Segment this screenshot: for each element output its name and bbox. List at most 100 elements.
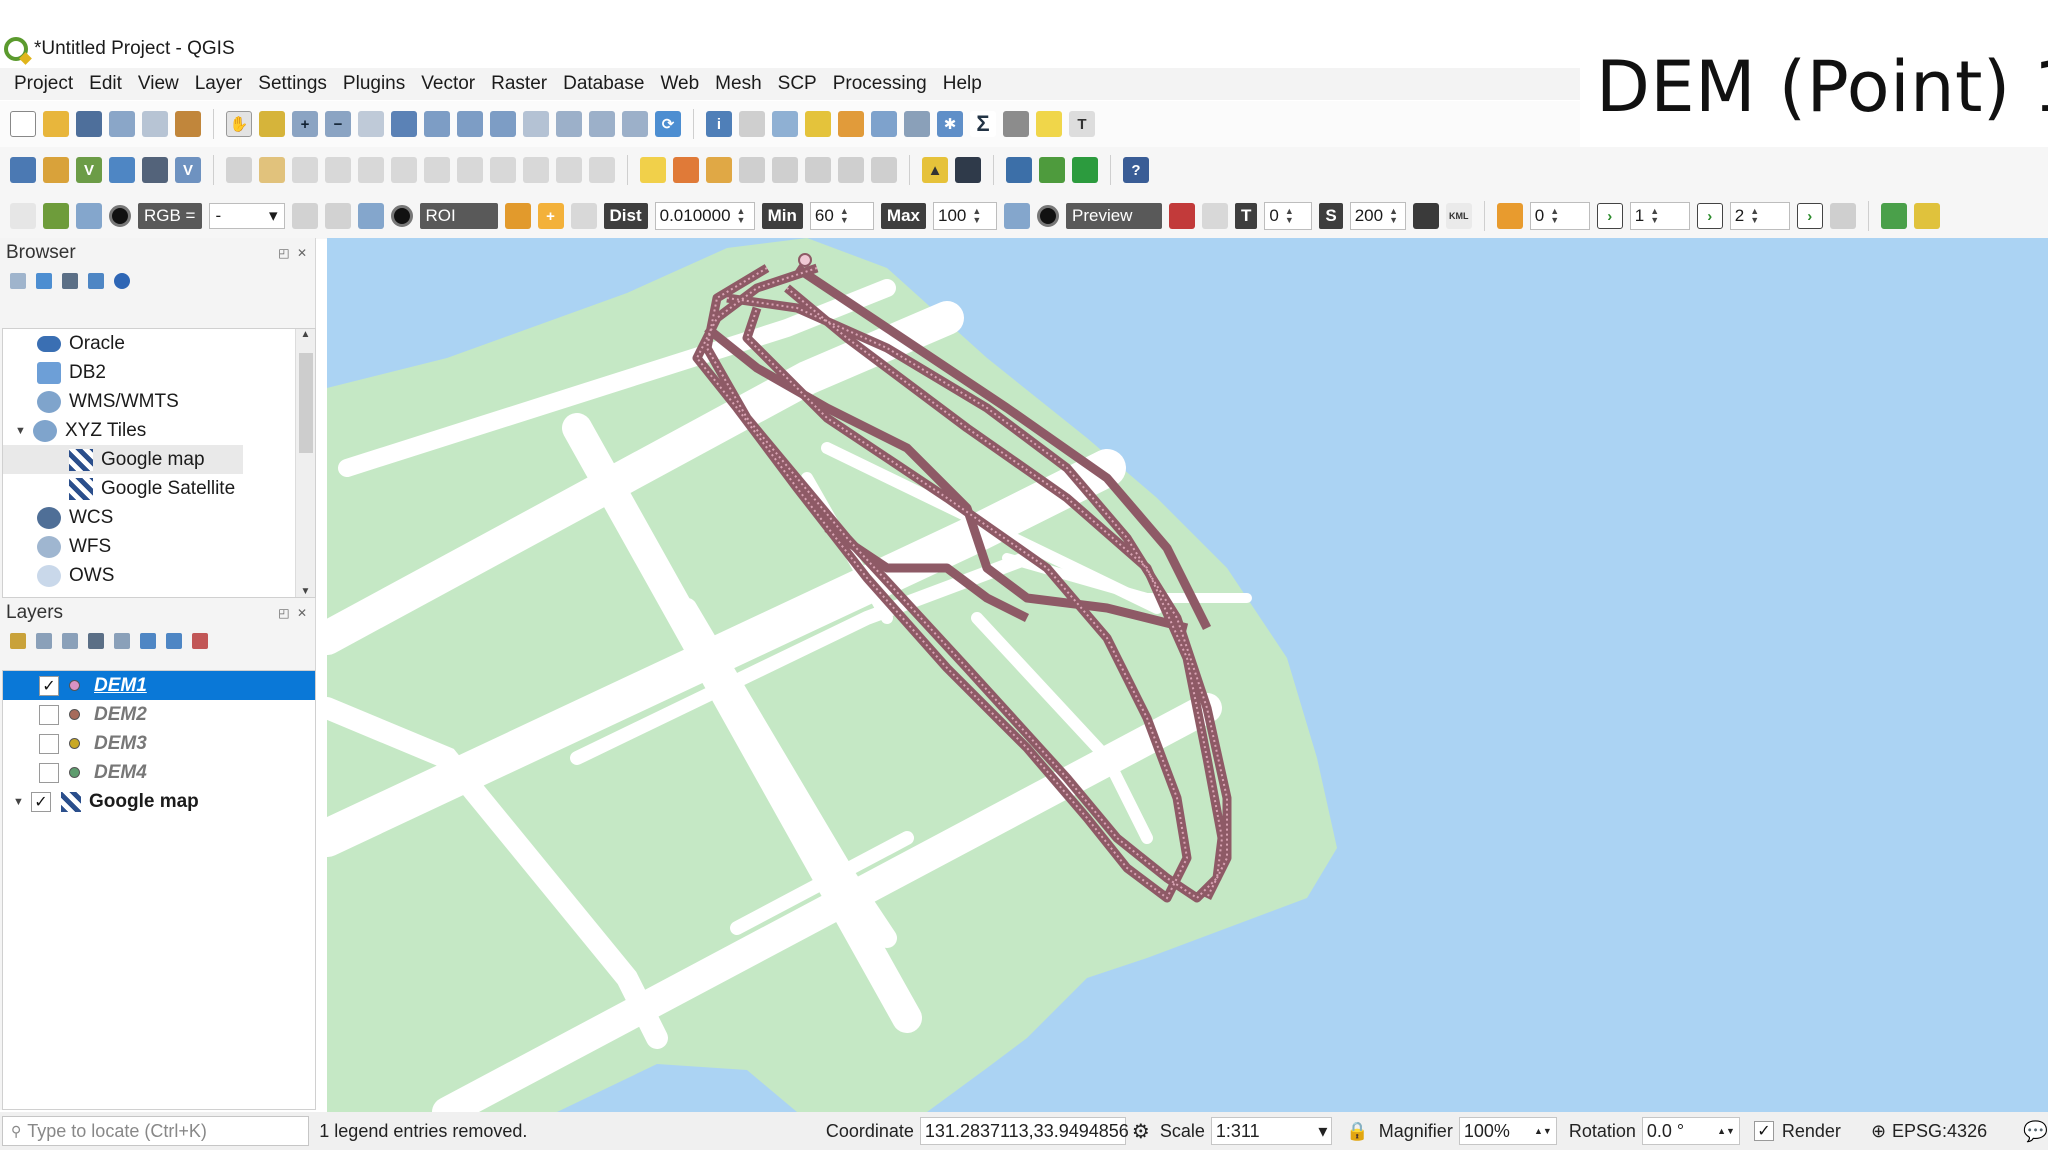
python-console-icon[interactable]: [1006, 157, 1032, 183]
change-label-icon[interactable]: [838, 157, 864, 183]
rotate-label-icon[interactable]: [805, 157, 831, 183]
menu-layer[interactable]: Layer: [187, 73, 251, 95]
highlight-labels-icon[interactable]: [706, 157, 732, 183]
layer-row-dem2[interactable]: DEM2: [3, 700, 315, 729]
manage-themes-icon[interactable]: [62, 633, 78, 649]
menu-view[interactable]: View: [130, 73, 187, 95]
band-calc-icon[interactable]: [1829, 203, 1856, 229]
menu-database[interactable]: Database: [555, 73, 652, 95]
expand-all-icon[interactable]: [140, 633, 156, 649]
menu-vector[interactable]: Vector: [413, 73, 483, 95]
menu-edit[interactable]: Edit: [81, 73, 130, 95]
undo-icon[interactable]: [556, 157, 582, 183]
dock-buttons[interactable]: ◰ ✕: [278, 606, 309, 620]
band-b-spinbox[interactable]: 1 ▲ ▼: [1629, 202, 1690, 230]
layer-checkbox-checked[interactable]: ✓: [39, 675, 59, 696]
chevron-down-icon[interactable]: ▼: [13, 796, 27, 808]
roi-tool-a-icon[interactable]: [291, 203, 318, 229]
zoom-last-icon[interactable]: [523, 111, 549, 137]
copy-features-icon[interactable]: [490, 157, 516, 183]
style-panel-icon[interactable]: [10, 633, 26, 649]
new-shapefile-icon[interactable]: V: [76, 157, 102, 183]
collapse-all-icon[interactable]: [166, 633, 182, 649]
new-project-icon[interactable]: [10, 111, 36, 137]
roi-add-icon[interactable]: +: [537, 203, 564, 229]
browser-item-db2[interactable]: DB2: [3, 358, 315, 387]
zoom-green-icon[interactable]: [1880, 203, 1907, 229]
menu-mesh[interactable]: Mesh: [707, 73, 769, 95]
band-next-b-icon[interactable]: ›: [1696, 203, 1723, 229]
info-icon[interactable]: [114, 273, 130, 289]
layer-checkbox[interactable]: [39, 733, 59, 754]
scroll-up-icon[interactable]: ▲: [296, 329, 315, 340]
roi-tool-b-icon[interactable]: [324, 203, 351, 229]
terrain-profile-icon[interactable]: [1072, 157, 1098, 183]
dock-buttons[interactable]: ◰ ✕: [278, 246, 309, 260]
refresh-icon[interactable]: [36, 273, 52, 289]
scp-tool-icon[interactable]: [1913, 203, 1940, 229]
band-set-icon[interactable]: [1496, 203, 1523, 229]
browser-item-oracle[interactable]: Oracle: [3, 329, 315, 358]
toggle-editing-icon[interactable]: [259, 157, 285, 183]
browser-item-google-satellite[interactable]: Google Satellite: [3, 474, 315, 503]
create-roi-icon[interactable]: [504, 203, 531, 229]
browser-item-wfs[interactable]: WFS: [3, 532, 315, 561]
max-spinbox[interactable]: 100 ▲ ▼: [932, 202, 997, 230]
add-selected-layers-icon[interactable]: [10, 273, 26, 289]
add-group-icon[interactable]: [36, 633, 52, 649]
layer-row-dem4[interactable]: DEM4: [3, 758, 315, 787]
band-next-a-icon[interactable]: ›: [1596, 203, 1623, 229]
select-by-value-icon[interactable]: [805, 111, 831, 137]
new-3d-map-icon[interactable]: [622, 111, 648, 137]
text-annotation-icon[interactable]: T: [1069, 111, 1095, 137]
collapse-all-icon[interactable]: [88, 273, 104, 289]
chevron-down-icon[interactable]: ▼: [15, 425, 29, 437]
open-project-icon[interactable]: [43, 111, 69, 137]
browser-scrollbar[interactable]: ▲ ▼: [295, 329, 315, 597]
browser-item-wms[interactable]: WMS/WMTS: [3, 387, 315, 416]
browser-item-xyz-tiles[interactable]: ▼ XYZ Tiles: [3, 416, 315, 445]
layer-checkbox[interactable]: [39, 762, 59, 783]
scp-pointer-icon[interactable]: [10, 203, 36, 229]
save-project-icon[interactable]: [76, 111, 102, 137]
current-edits-icon[interactable]: [226, 157, 252, 183]
statistics-sigma-icon[interactable]: Σ: [970, 111, 996, 137]
dist-spinbox[interactable]: 0.010000 ▲ ▼: [654, 202, 755, 230]
scale-combo[interactable]: 1:311 ▾: [1210, 1117, 1333, 1145]
magnifier-spinbox[interactable]: 100% ▲▼: [1458, 1117, 1557, 1145]
pan-to-selection-icon[interactable]: [259, 111, 285, 137]
redo-preview-icon[interactable]: [1201, 203, 1228, 229]
filter-icon[interactable]: [62, 273, 78, 289]
map-tips-icon[interactable]: [1036, 111, 1062, 137]
filter-legend-icon[interactable]: [88, 633, 104, 649]
add-feature-icon[interactable]: [325, 157, 351, 183]
save-as-icon[interactable]: [109, 111, 135, 137]
mouse-coordinate-icon[interactable]: ⚙: [1132, 1119, 1150, 1144]
print-layout-icon[interactable]: [142, 111, 168, 137]
zoom-roi-icon[interactable]: [357, 203, 384, 229]
delete-selected-icon[interactable]: [424, 157, 450, 183]
zoom-in-icon[interactable]: +: [292, 111, 318, 137]
messages-icon[interactable]: 💬: [2023, 1119, 2048, 1144]
remove-layer-icon[interactable]: [192, 633, 208, 649]
menu-settings[interactable]: Settings: [250, 73, 335, 95]
zoom-to-selection-icon[interactable]: [424, 111, 450, 137]
new-spatialite-icon[interactable]: [109, 157, 135, 183]
toolbox-gear-icon[interactable]: ✱: [937, 111, 963, 137]
zoom-to-layer-icon[interactable]: [457, 111, 483, 137]
field-calculator-icon[interactable]: [904, 111, 930, 137]
attribute-table-icon[interactable]: [871, 111, 897, 137]
filter-expression-icon[interactable]: [114, 633, 130, 649]
identify-features-icon[interactable]: i: [706, 111, 732, 137]
map-canvas[interactable]: [327, 238, 2048, 1112]
rgb-toggle-icon[interactable]: [109, 205, 131, 227]
zoom-next-icon[interactable]: [556, 111, 582, 137]
zoom-out-icon[interactable]: −: [325, 111, 351, 137]
pan-hand-icon[interactable]: ✋: [226, 111, 252, 137]
menu-processing[interactable]: Processing: [825, 73, 935, 95]
menu-web[interactable]: Web: [652, 73, 707, 95]
menu-help[interactable]: Help: [935, 73, 990, 95]
redo-icon[interactable]: [589, 157, 615, 183]
band-next-c-icon[interactable]: ›: [1796, 203, 1823, 229]
menu-project[interactable]: Project: [6, 73, 81, 95]
